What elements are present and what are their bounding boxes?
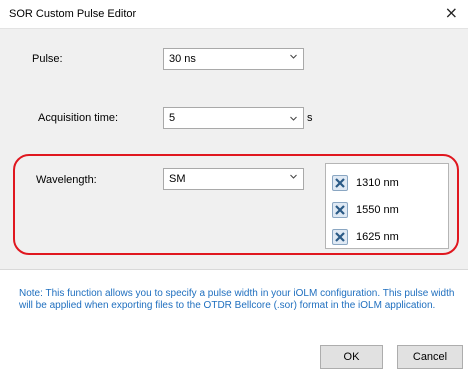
wavelength-checkbox[interactable] — [332, 229, 348, 245]
acquisition-time-label: Acquisition time: — [38, 112, 119, 124]
wavelength-label: Wavelength: — [36, 174, 97, 186]
window-title: SOR Custom Pulse Editor — [9, 8, 137, 20]
acquisition-time-dropdown[interactable]: 5 — [163, 107, 304, 129]
x-mark-icon — [335, 178, 345, 188]
close-icon[interactable]: × — [445, 3, 458, 23]
pulse-value: 30 ns — [169, 53, 196, 65]
wavelength-option-label: 1550 nm — [356, 204, 399, 216]
cancel-button[interactable]: Cancel — [397, 345, 463, 369]
acquisition-time-value: 5 — [169, 112, 176, 124]
chevron-down-icon — [290, 116, 297, 121]
wavelength-list: 1310 nm 1550 nm 1625 nm — [325, 163, 449, 249]
chevron-down-icon — [290, 174, 297, 179]
chevron-down-icon — [290, 54, 297, 59]
wavelength-value: SM — [169, 173, 186, 185]
x-mark-icon — [335, 205, 345, 215]
x-mark-icon — [335, 232, 345, 242]
divider — [0, 269, 468, 270]
title-bar: SOR Custom Pulse Editor × — [0, 0, 468, 28]
wavelength-option-label: 1625 nm — [356, 231, 399, 243]
note-text: Note: This function allows you to specif… — [19, 288, 455, 311]
wavelength-option-label: 1310 nm — [356, 177, 399, 189]
pulse-dropdown[interactable]: 30 ns — [163, 48, 304, 70]
ok-button[interactable]: OK — [320, 345, 383, 369]
wavelength-checkbox[interactable] — [332, 202, 348, 218]
pulse-label: Pulse: — [32, 53, 63, 65]
wavelength-dropdown[interactable]: SM — [163, 168, 304, 190]
wavelength-checkbox[interactable] — [332, 175, 348, 191]
acquisition-time-unit: s — [307, 112, 313, 124]
